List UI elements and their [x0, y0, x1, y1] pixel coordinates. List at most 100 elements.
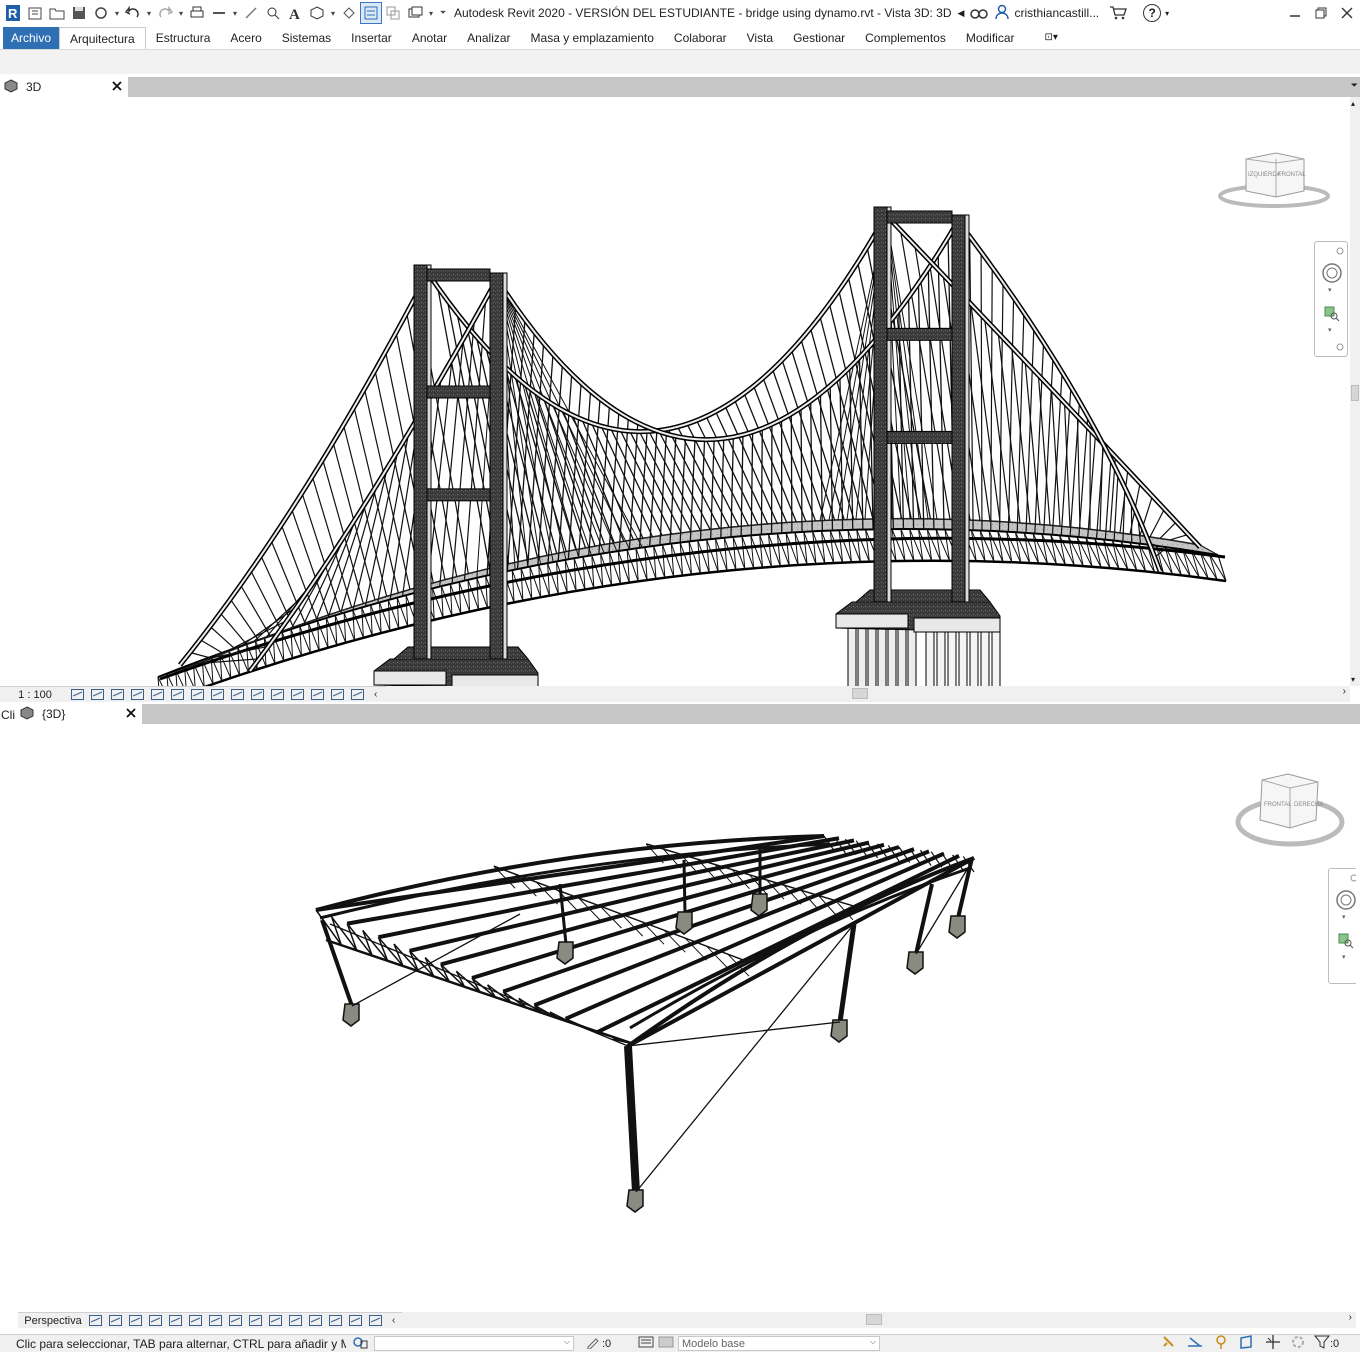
tab-colaborar[interactable]: Colaborar [664, 27, 737, 49]
top-vertical-scrollbar[interactable]: ▴ ▾ [1350, 97, 1360, 686]
navigation-bar[interactable]: ▾ ▾ [1328, 868, 1356, 984]
bridge-model[interactable] [0, 97, 1350, 686]
select-pinned-icon[interactable] [1212, 1334, 1230, 1353]
close-hidden-windows-icon[interactable] [382, 2, 404, 24]
zoom-dropdown-icon[interactable]: ▾ [1342, 953, 1346, 961]
crop-view-icon[interactable] [170, 688, 187, 702]
worksharing-display-icon[interactable] [308, 1314, 325, 1328]
steering-wheel-icon[interactable] [1321, 262, 1343, 287]
zoom-dropdown-icon[interactable]: ▾ [1328, 326, 1332, 334]
tab-list-icon[interactable]: ⏷ [1351, 80, 1358, 91]
tab-insertar[interactable]: Insertar [341, 27, 402, 49]
reveal-hidden-icon[interactable] [250, 688, 267, 702]
navbar-options-icon[interactable] [1336, 340, 1344, 354]
top-3d-canvas[interactable]: IZQUIERDA FRONTAL ▾ ▾ [0, 97, 1350, 686]
temporary-hide-icon[interactable] [230, 688, 247, 702]
truss-roof-model[interactable] [0, 724, 1356, 1312]
select-underlay-icon[interactable] [1186, 1334, 1204, 1353]
tab-complementos[interactable]: Complementos [855, 27, 956, 49]
tab-analizar[interactable]: Analizar [457, 27, 520, 49]
print-icon[interactable] [186, 2, 208, 24]
close-view-icon[interactable] [124, 706, 138, 720]
analytical-model-icon[interactable] [328, 1314, 345, 1328]
constraints-icon[interactable] [368, 1314, 385, 1328]
section-icon[interactable] [338, 2, 360, 24]
tab-archivo[interactable]: Archivo [3, 27, 59, 49]
undo-dropdown-icon[interactable]: ▾ [144, 9, 154, 18]
sun-path-icon[interactable] [110, 688, 127, 702]
tab-vista[interactable]: Vista [737, 27, 783, 49]
top-view-tab[interactable]: 3D [0, 77, 128, 97]
switch-windows-icon[interactable] [404, 2, 426, 24]
model-select[interactable]: Modelo base⌵ [678, 1336, 880, 1351]
view-projection[interactable]: Perspectiva [18, 1315, 88, 1327]
detail-level-icon[interactable] [88, 1314, 105, 1328]
redo-dropdown-icon[interactable]: ▾ [176, 9, 186, 18]
constraints-icon[interactable] [350, 688, 367, 702]
scroll-up-icon[interactable]: ▴ [1351, 99, 1355, 108]
redo-icon[interactable] [154, 2, 176, 24]
zoom-region-icon[interactable] [1338, 933, 1354, 952]
background-process-icon[interactable] [1290, 1334, 1306, 1353]
scroll-right-icon[interactable]: › [1343, 686, 1346, 697]
tab-acero[interactable]: Acero [220, 27, 271, 49]
restore-icon[interactable] [1308, 0, 1334, 26]
switch-windows-dropdown-icon[interactable]: ▾ [426, 9, 436, 18]
aligned-dimension-icon[interactable] [240, 2, 262, 24]
unlock-3d-icon[interactable] [210, 688, 227, 702]
sync-icon[interactable] [90, 2, 112, 24]
default-3d-view-icon[interactable] [306, 2, 328, 24]
text-icon[interactable]: A [284, 2, 306, 24]
cart-icon[interactable] [1109, 4, 1127, 23]
bottom-view-tab[interactable]: {3D} [20, 704, 142, 724]
tag-icon[interactable] [262, 2, 284, 24]
render-icon[interactable] [168, 1314, 185, 1328]
steering-dropdown-icon[interactable]: ▾ [1328, 286, 1332, 294]
navbar-close-icon[interactable] [1336, 244, 1344, 258]
vscroll-thumb[interactable] [1351, 385, 1359, 401]
shadows-icon[interactable] [148, 1314, 165, 1328]
show-crop-icon[interactable] [208, 1314, 225, 1328]
user-icon[interactable] [994, 4, 1010, 23]
render-icon[interactable] [150, 688, 167, 702]
tab-estructura[interactable]: Estructura [146, 27, 221, 49]
tab-modificar[interactable]: Modificar [956, 27, 1025, 49]
save-icon[interactable] [68, 2, 90, 24]
minimize-icon[interactable] [1282, 0, 1308, 26]
select-links-icon[interactable] [1160, 1334, 1178, 1353]
measure-dropdown-icon[interactable]: ▾ [230, 9, 240, 18]
drag-elements-icon[interactable] [1264, 1334, 1282, 1353]
temporary-hide-icon[interactable] [248, 1314, 265, 1328]
3d-view-dropdown-icon[interactable]: ▾ [328, 9, 338, 18]
revit-logo-icon[interactable]: R [2, 2, 24, 24]
customize-qat-icon[interactable]: ⏷ [436, 8, 450, 18]
scroll-left-icon[interactable]: ‹ [374, 689, 377, 700]
tab-gestionar[interactable]: Gestionar [783, 27, 855, 49]
viewcube[interactable]: FRONTAL DERECHA [1234, 770, 1346, 855]
undo-icon[interactable] [122, 2, 144, 24]
crop-view-icon[interactable] [188, 1314, 205, 1328]
ribbon-minimize-icon[interactable]: ⊡▾ [1045, 27, 1058, 49]
select-by-face-icon[interactable] [1238, 1334, 1256, 1353]
bottom-3d-canvas[interactable]: FRONTAL DERECHA ▾ ▾ [0, 724, 1356, 1312]
view-scale[interactable]: 1 : 100 [0, 689, 70, 701]
sync-dropdown-icon[interactable]: ▾ [112, 9, 122, 18]
tab-sistemas[interactable]: Sistemas [272, 27, 341, 49]
editing-requests-icon[interactable] [658, 1335, 674, 1352]
temporary-properties-icon[interactable] [270, 688, 287, 702]
shadows-icon[interactable] [130, 688, 147, 702]
design-options-icon[interactable] [638, 1335, 654, 1352]
visual-style-icon[interactable] [90, 688, 107, 702]
scroll-left-icon[interactable]: ‹ [392, 1315, 395, 1326]
visual-style-icon[interactable] [108, 1314, 125, 1328]
reveal-hidden-icon[interactable] [268, 1314, 285, 1328]
temporary-properties-icon[interactable] [288, 1314, 305, 1328]
user-name[interactable]: cristhiancastill... [1014, 6, 1099, 20]
editable-only-icon[interactable] [586, 1335, 600, 1352]
scroll-right-icon[interactable]: › [1349, 1312, 1352, 1323]
filter-icon[interactable] [1314, 1335, 1330, 1352]
steering-dropdown-icon[interactable]: ▾ [1342, 913, 1346, 921]
close-view-icon[interactable] [110, 79, 124, 93]
highlight-displacement-icon[interactable] [330, 688, 347, 702]
hscroll-thumb[interactable] [852, 688, 868, 699]
